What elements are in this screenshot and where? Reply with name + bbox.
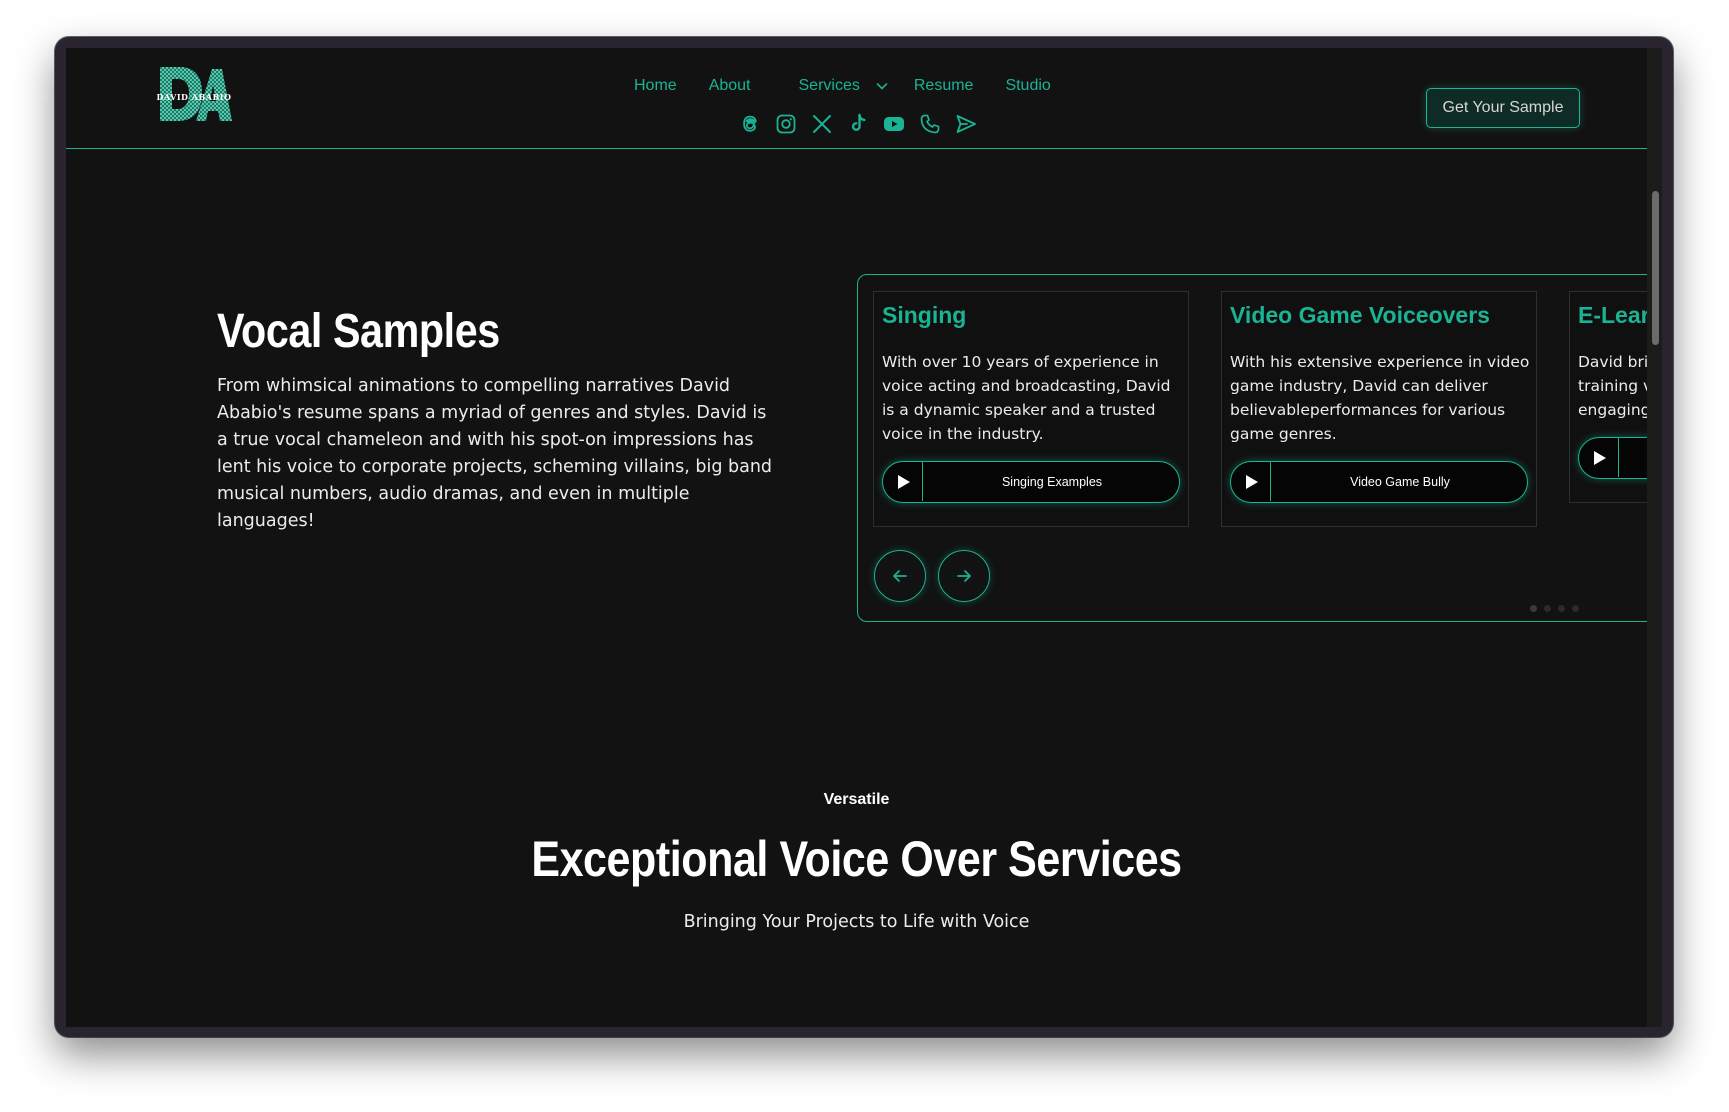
section-title: Exceptional Voice Over Services [531, 831, 1182, 887]
samples-carousel: Singing With over 10 years of experience… [857, 274, 1647, 622]
arrow-right-icon [957, 570, 971, 582]
chevron-down-icon[interactable] [874, 78, 890, 94]
arrow-left-icon [893, 570, 907, 582]
play-icon [1593, 450, 1606, 465]
sample-card-e-learning: E-Lear David bri training v engaging [1569, 291, 1647, 503]
nav-studio[interactable]: Studio [1005, 77, 1050, 95]
page-viewport: DAVID ABABIO Home About Services Resume … [66, 48, 1647, 1027]
audio-player: Singing Examples [882, 461, 1180, 503]
section-eyebrow: Versatile [823, 791, 890, 808]
pagination-dot[interactable] [1530, 605, 1537, 612]
card-title: Singing [882, 302, 967, 328]
instagram-icon[interactable] [774, 112, 798, 136]
youtube-icon[interactable] [882, 112, 906, 136]
tiktok-icon[interactable] [846, 112, 870, 136]
x-icon[interactable] [810, 112, 834, 136]
audio-track-label [1621, 438, 1647, 477]
carousel-next-button[interactable] [938, 550, 990, 602]
play-icon [1245, 474, 1258, 489]
card-description: With over 10 years of experience in voic… [882, 353, 1171, 443]
page-title: Vocal Samples [217, 305, 500, 358]
nav-about[interactable]: About [709, 77, 751, 95]
site-logo[interactable]: DAVID ABABIO [156, 65, 232, 125]
play-icon [897, 474, 910, 489]
send-icon[interactable] [954, 112, 978, 136]
audio-track-label: Video Game Bully [1350, 474, 1450, 489]
audio-player: Video Game Bully [1230, 461, 1528, 503]
carousel-pagination [1530, 605, 1586, 612]
play-button[interactable] [1579, 438, 1619, 477]
threads-icon[interactable] [738, 112, 762, 136]
get-your-sample-button[interactable]: Get Your Sample [1426, 88, 1580, 128]
site-header: DAVID ABABIO Home About Services Resume … [66, 48, 1647, 149]
card-description: With his extensive experience in video g… [1230, 353, 1530, 443]
pagination-dot[interactable] [1558, 605, 1565, 612]
play-button[interactable] [883, 462, 923, 501]
page-scrollbar[interactable] [1647, 48, 1662, 1027]
card-title: Video Game Voiceovers [1230, 302, 1490, 328]
scrollbar-thumb[interactable] [1652, 191, 1659, 345]
nav-home[interactable]: Home [634, 77, 677, 95]
section-subtitle: Bringing Your Projects to Life with Voic… [683, 912, 1030, 932]
audio-track-label: Singing Examples [1001, 474, 1103, 489]
nav-resume[interactable]: Resume [914, 77, 974, 95]
phone-icon[interactable] [918, 112, 942, 136]
pagination-dot[interactable] [1544, 605, 1551, 612]
sample-card-singing: Singing With over 10 years of experience… [873, 291, 1189, 527]
sample-card-video-game: Video Game Voiceovers With his extensive… [1221, 291, 1537, 527]
nav-services[interactable]: Services [799, 77, 860, 95]
social-links [738, 111, 990, 137]
hero-description: From whimsical animations to compelling … [217, 376, 773, 531]
main-nav: Home About Services Resume Studio [634, 75, 1083, 97]
play-button[interactable] [1231, 462, 1271, 501]
logo-text: DAVID ABABIO [156, 92, 232, 102]
audio-player [1578, 437, 1647, 479]
pagination-dot[interactable] [1572, 605, 1579, 612]
carousel-prev-button[interactable] [874, 550, 926, 602]
browser-window: DAVID ABABIO Home About Services Resume … [55, 37, 1673, 1037]
card-description: David bri training v engaging [1578, 353, 1647, 419]
card-title: E-Lear [1578, 302, 1647, 328]
